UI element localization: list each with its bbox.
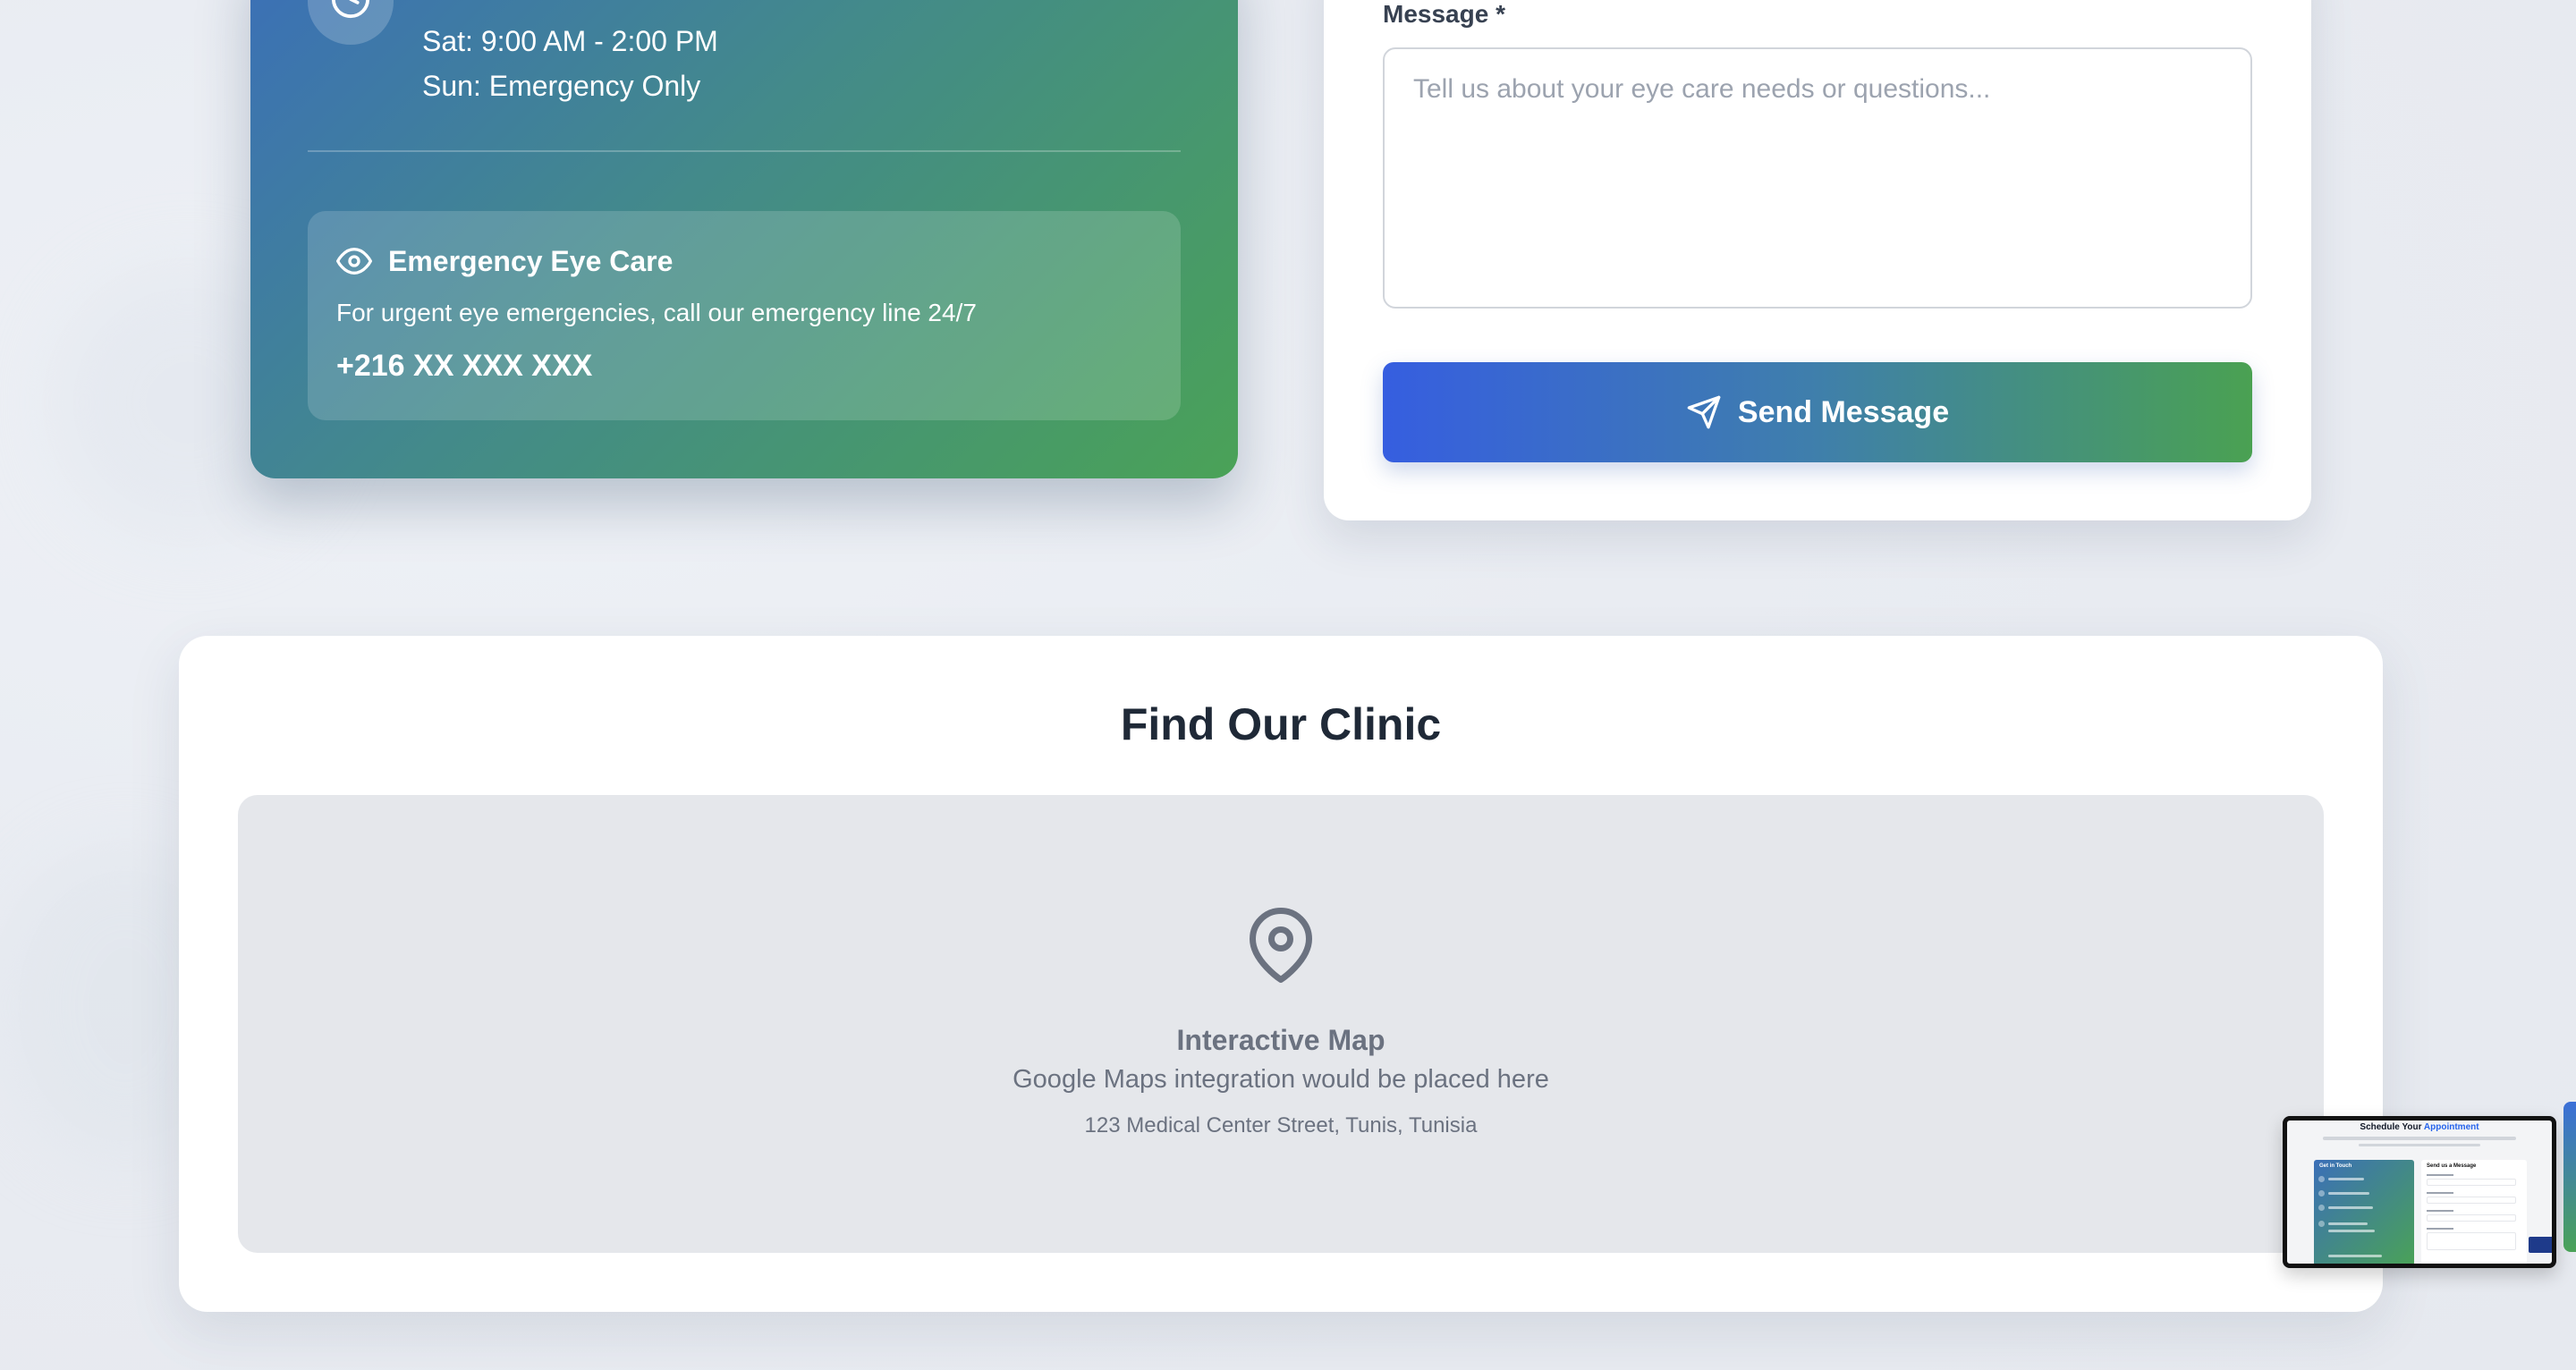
thumbnail-label xyxy=(2427,1228,2453,1230)
thumbnail-label xyxy=(2427,1192,2453,1194)
divider xyxy=(308,150,1181,152)
thumbnail-icon-dot xyxy=(2318,1205,2325,1211)
map-title: Interactive Map xyxy=(1176,1024,1385,1056)
thumbnail-icon-dot xyxy=(2318,1221,2325,1227)
thumbnail-title-prefix: Schedule Your xyxy=(2360,1122,2422,1132)
clock-icon-circle xyxy=(308,0,394,45)
thumbnail-icon-dot xyxy=(2318,1176,2325,1182)
thumbnail-line xyxy=(2328,1206,2373,1209)
thumbnail-title: Schedule Your Appointment xyxy=(2287,1122,2552,1132)
contact-form-card: Message * Send Message xyxy=(1324,0,2311,520)
thumbnail-label xyxy=(2427,1210,2453,1212)
map-placeholder[interactable]: Interactive Map Google Maps integration … xyxy=(238,795,2324,1253)
thumbnail-field xyxy=(2427,1179,2516,1186)
send-message-label: Send Message xyxy=(1737,394,1950,429)
thumbnail-subtitle-line xyxy=(2359,1144,2480,1146)
thumbnail-line xyxy=(2328,1255,2382,1257)
thumbnail-line xyxy=(2328,1178,2364,1180)
thumbnail-line xyxy=(2328,1230,2375,1232)
page-preview-thumbnail[interactable]: Schedule Your Appointment Get in Touch S… xyxy=(2283,1116,2556,1268)
emergency-phone[interactable]: +216 XX XXX XXX xyxy=(336,349,592,384)
thumbnail-line xyxy=(2328,1192,2369,1195)
emergency-title: Emergency Eye Care xyxy=(388,244,674,277)
message-label: Message * xyxy=(1383,0,1505,28)
send-message-button[interactable]: Send Message xyxy=(1383,362,2252,462)
thumbnail-form-card: Send us a Message xyxy=(2421,1160,2527,1264)
emergency-box: Emergency Eye Care For urgent eye emerge… xyxy=(308,211,1181,420)
section-title: Find Our Clinic xyxy=(1120,699,1442,749)
map-subtitle: Google Maps integration would be placed … xyxy=(1013,1065,1549,1094)
eye-icon xyxy=(336,248,372,275)
emergency-description: For urgent eye emergencies, call our eme… xyxy=(336,299,977,326)
thumbnail-field xyxy=(2427,1214,2516,1222)
map-pin-icon xyxy=(1250,908,1312,983)
thumbnail-subtitle-line xyxy=(2323,1137,2516,1140)
scrollbar-accent[interactable] xyxy=(2563,1102,2576,1252)
thumbnail-info-card: Get in Touch xyxy=(2314,1160,2414,1264)
contact-info-card: Sat: 9:00 AM - 2:00 PM Sun: Emergency On… xyxy=(250,0,1238,478)
thumbnail-icon-dot xyxy=(2318,1190,2325,1197)
thumbnail-left-title: Get in Touch xyxy=(2319,1163,2352,1169)
send-icon xyxy=(1687,395,1721,429)
map-address: 123 Medical Center Street, Tunis, Tunisi… xyxy=(1084,1113,1478,1137)
thumbnail-field xyxy=(2427,1232,2516,1250)
thumbnail-line xyxy=(2328,1222,2368,1225)
thumbnail-field xyxy=(2427,1197,2516,1204)
clock-icon xyxy=(331,0,370,19)
thumbnail-title-accent: Appointment xyxy=(2423,1122,2479,1132)
thumbnail-mini-preview xyxy=(2529,1237,2552,1253)
hours-sunday: Sun: Emergency Only xyxy=(422,70,701,102)
thumbnail-label xyxy=(2427,1174,2453,1176)
message-textarea[interactable] xyxy=(1383,47,2252,309)
thumbnail-right-title: Send us a Message xyxy=(2427,1163,2477,1169)
emergency-heading: Emergency Eye Care xyxy=(336,243,673,279)
find-clinic-section: Find Our Clinic Interactive Map Google M… xyxy=(179,636,2383,1312)
hours-saturday: Sat: 9:00 AM - 2:00 PM xyxy=(422,25,718,57)
